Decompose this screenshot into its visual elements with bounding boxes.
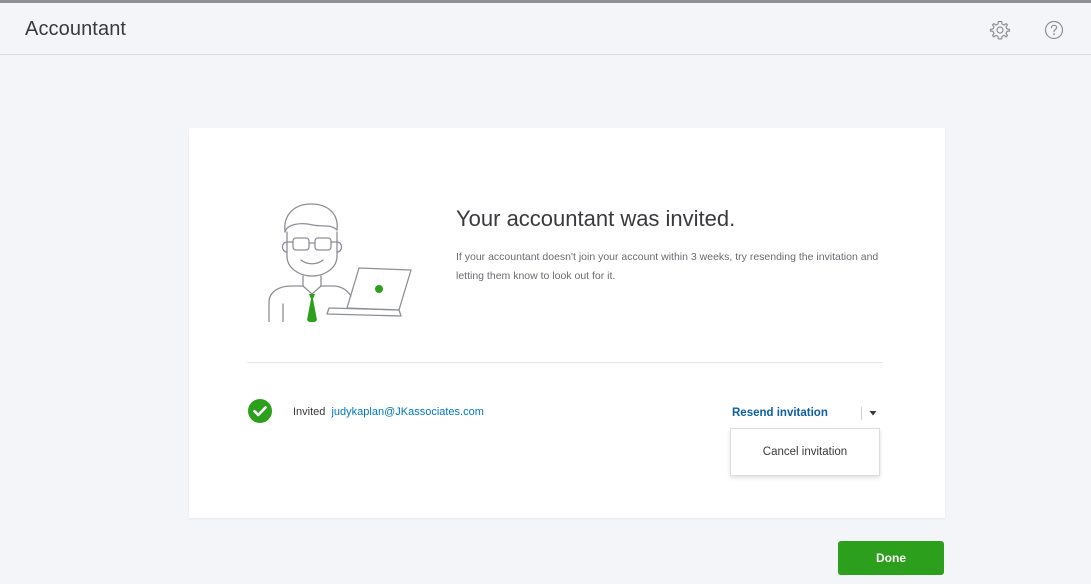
invitation-heading: Your accountant was invited.	[456, 206, 736, 231]
split-button-separator	[861, 407, 862, 420]
invitation-card: Your accountant was invited. If your acc…	[189, 128, 945, 518]
help-icon[interactable]	[1043, 19, 1065, 41]
resend-invitation-button[interactable]: Resend invitation	[732, 407, 828, 419]
check-circle-icon	[247, 398, 273, 424]
page-title: Accountant	[25, 18, 127, 40]
invited-label: Invited	[293, 406, 326, 418]
gear-icon[interactable]	[989, 19, 1011, 41]
page-header: Accountant	[0, 3, 1091, 55]
caret-down-icon[interactable]	[866, 406, 880, 420]
invitation-description: If your accountant doesn't join your acc…	[456, 251, 879, 282]
done-button[interactable]: Done	[838, 541, 944, 575]
accountant-illustration	[261, 198, 421, 325]
invited-status: Invited judykaplan@JKassociates.com	[293, 406, 484, 418]
resend-dropdown-menu: Cancel invitation	[730, 428, 880, 476]
invited-email-link[interactable]: judykaplan@JKassociates.com	[331, 406, 483, 418]
divider	[247, 362, 883, 363]
cancel-invitation-option[interactable]: Cancel invitation	[731, 429, 879, 475]
